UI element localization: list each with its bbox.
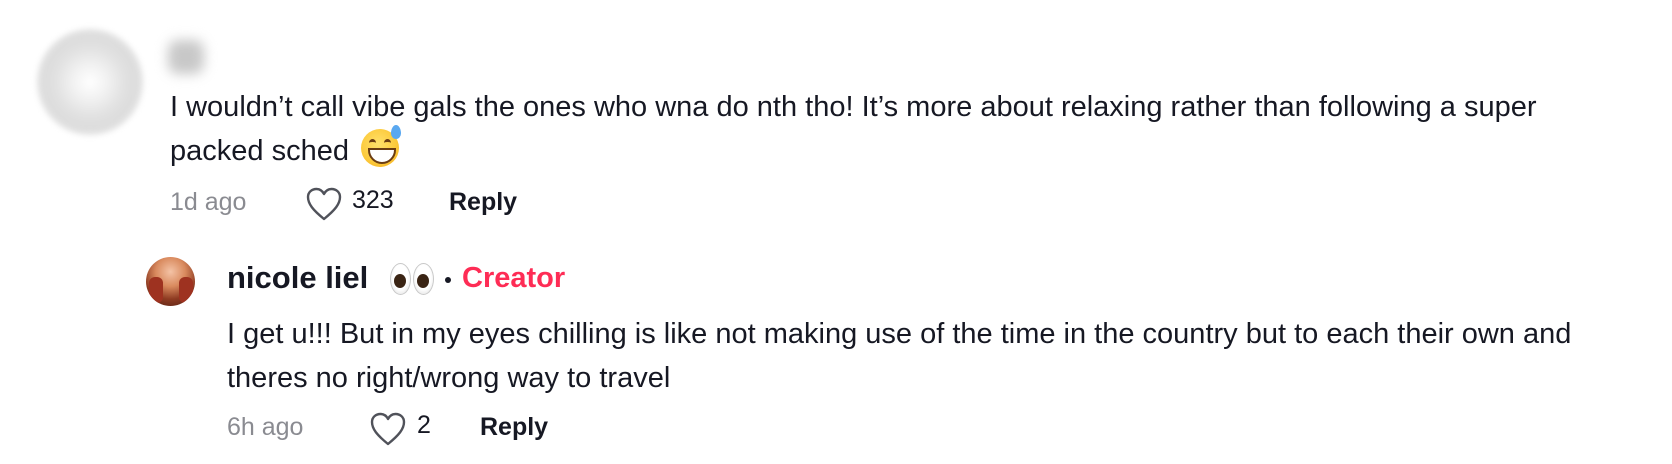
reply-button[interactable]: Reply: [449, 188, 517, 217]
comment-text: I get u!!! But in my eyes chilling is li…: [227, 318, 1580, 394]
grinning-sweat-emoji-icon: [361, 125, 402, 167]
avatar[interactable]: [37, 29, 143, 135]
comment-text: I wouldn’t call vibe gals the ones who w…: [170, 85, 1610, 173]
comment-timestamp: 6h ago: [227, 413, 304, 441]
comment-timestamp: 1d ago: [170, 188, 247, 216]
avatar[interactable]: [146, 257, 195, 306]
like-count: 2: [417, 411, 431, 439]
heart-outline-icon[interactable]: [305, 186, 343, 222]
heart-outline-icon[interactable]: [369, 411, 407, 447]
reply-comment-item: nicole liel Creator I get u!!! But in my…: [0, 240, 1672, 464]
eyes-emoji-icon: [390, 263, 434, 295]
separator-dot: [445, 277, 451, 283]
creator-badge: Creator: [462, 262, 566, 294]
comment-item: I wouldn’t call vibe gals the ones who w…: [0, 0, 1672, 240]
reply-button[interactable]: Reply: [480, 413, 548, 442]
like-count: 323: [352, 186, 394, 214]
username[interactable]: nicole liel: [227, 260, 368, 296]
username-blurred[interactable]: [168, 40, 204, 74]
